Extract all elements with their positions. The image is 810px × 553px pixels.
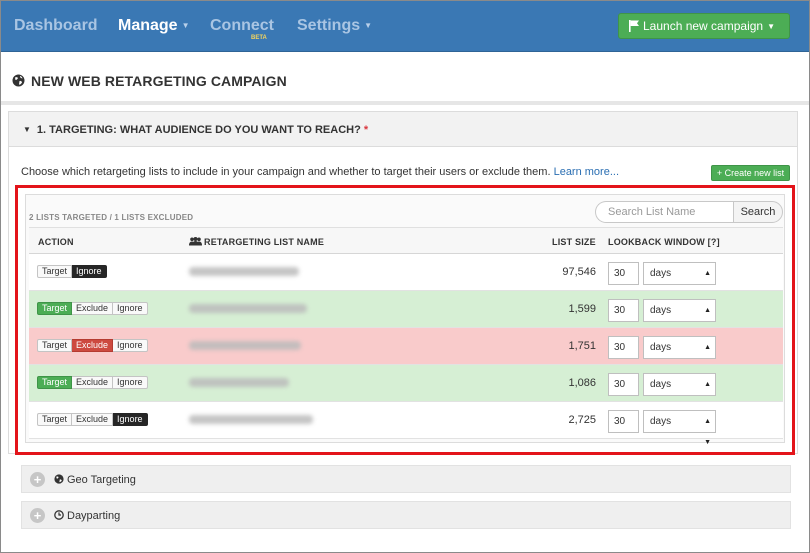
targeting-title-text: 1. TARGETING: WHAT AUDIENCE DO YOU WANT … <box>36 124 361 136</box>
exclude-option[interactable]: Exclude <box>72 413 114 426</box>
dayparting-section[interactable]: + Dayparting <box>21 501 791 529</box>
target-option[interactable]: Target <box>37 413 73 426</box>
intro-text: Choose which retargeting lists to includ… <box>21 166 551 178</box>
lookback-unit-select[interactable]: days▲▼ <box>643 299 716 335</box>
unit-value: days <box>650 268 672 279</box>
targeting-section-header[interactable]: ▼ 1. TARGETING: WHAT AUDIENCE DO YOU WANT… <box>9 112 797 147</box>
lookback-unit-select[interactable]: days▲▼ <box>643 262 716 298</box>
unit-value: days <box>650 342 672 353</box>
globe-icon <box>54 474 64 484</box>
list-name-redacted[interactable] <box>189 378 289 387</box>
target-option[interactable]: Target <box>37 376 73 389</box>
unit-value: days <box>650 416 672 427</box>
page-title: NEW WEB RETARGETING CAMPAIGN <box>12 73 287 89</box>
list-name-redacted[interactable] <box>189 415 313 424</box>
table-header: ACTION RETARGETING LIST NAME LIST SIZE L… <box>29 227 783 254</box>
list-size: 1,599 <box>568 303 596 315</box>
targeting-section-title: ▼ 1. TARGETING: WHAT AUDIENCE DO YOU WANT… <box>23 124 368 136</box>
table-row: TargetIgnore 97,546 30 days▲▼ <box>29 254 783 298</box>
chevron-down-icon: ▼ <box>767 22 776 31</box>
search-list-input[interactable]: Search List Name <box>595 201 737 223</box>
list-size: 2,725 <box>568 414 596 426</box>
nav-settings-label: Settings <box>297 17 361 34</box>
ignore-option[interactable]: Ignore <box>113 302 148 315</box>
exclude-option[interactable]: Exclude <box>72 302 114 315</box>
nav-dashboard[interactable]: Dashboard <box>14 17 98 35</box>
list-name-header-label: RETARGETING LIST NAME <box>204 237 325 247</box>
lookback-unit-select[interactable]: days ▲▼ <box>643 410 716 446</box>
launch-campaign-button[interactable]: Launch new campaign ▼ <box>618 13 790 39</box>
table-row: TargetExcludeIgnore 1,086 30 days▲▼ <box>29 365 783 409</box>
users-icon <box>189 237 202 246</box>
select-arrows-icon: ▲▼ <box>704 418 711 446</box>
target-option[interactable]: Target <box>37 265 73 278</box>
exclude-option[interactable]: Exclude <box>72 339 114 352</box>
learn-more-link[interactable]: Learn more... <box>554 166 619 178</box>
lookback-days-input[interactable]: 30 <box>608 373 639 396</box>
column-list-size[interactable]: LIST SIZE <box>552 237 596 247</box>
action-toggle: Target Exclude Ignore <box>37 339 148 352</box>
action-toggle: Target Ignore <box>37 265 107 278</box>
create-new-list-button[interactable]: + Create new list <box>711 165 790 181</box>
nav-settings[interactable]: Settings ▼ <box>297 17 372 35</box>
chevron-down-icon: ▼ <box>364 21 373 30</box>
dayparting-label: Dayparting <box>54 510 120 522</box>
action-toggle: Target Exclude Ignore <box>37 376 148 389</box>
ignore-option[interactable]: Ignore <box>113 339 148 352</box>
list-name-redacted[interactable] <box>189 341 301 350</box>
nav-manage[interactable]: Manage ▼ <box>118 17 190 35</box>
target-option[interactable]: Target <box>37 339 73 352</box>
clock-icon <box>54 510 64 520</box>
launch-campaign-label: Launch new campaign <box>643 19 764 33</box>
lookback-days-input[interactable]: 30 <box>608 336 639 359</box>
list-name-redacted[interactable] <box>189 304 307 313</box>
expand-plus-icon: + <box>30 472 45 487</box>
list-size: 1,751 <box>568 340 596 352</box>
ignore-option[interactable]: Ignore <box>72 265 107 278</box>
triangle-down-icon: ▼ <box>23 125 31 134</box>
table-row: Target Exclude Ignore 2,725 30 days ▲ ▼ <box>29 402 783 446</box>
lookback-days-input[interactable]: 30 <box>608 410 639 433</box>
column-list-name[interactable]: RETARGETING LIST NAME <box>189 237 324 247</box>
lookback-unit-select[interactable]: days▲▼ <box>643 336 716 372</box>
column-lookback-window: LOOKBACK WINDOW [?] <box>608 237 720 247</box>
action-toggle: Target Exclude Ignore <box>37 302 148 315</box>
table-row: TargetExcludeIgnore 1,751 30 days▲▼ <box>29 328 783 372</box>
table-row: TargetExcludeIgnore 1,599 30 days▲▼ <box>29 291 783 335</box>
action-toggle: Target Exclude Ignore <box>37 413 148 426</box>
dayparting-text: Dayparting <box>67 510 121 522</box>
column-action: ACTION <box>38 237 74 247</box>
required-mark: * <box>363 124 369 136</box>
list-size: 1,086 <box>568 377 596 389</box>
lists-summary: 2 LISTS TARGETED / 1 LISTS EXCLUDED <box>29 213 194 222</box>
page-title-text: NEW WEB RETARGETING CAMPAIGN <box>31 73 287 89</box>
targeting-intro: Choose which retargeting lists to includ… <box>21 166 619 178</box>
geo-targeting-label: Geo Targeting <box>54 474 136 486</box>
search-button[interactable]: Search <box>733 201 783 223</box>
unit-value: days <box>650 305 672 316</box>
geo-targeting-text: Geo Targeting <box>67 474 136 486</box>
lookback-unit-select[interactable]: days▲▼ <box>643 373 716 409</box>
exclude-option[interactable]: Exclude <box>72 376 114 389</box>
target-option[interactable]: Target <box>37 302 73 315</box>
globe-icon <box>12 74 25 87</box>
chevron-down-icon: ▼ <box>181 21 190 30</box>
ignore-option[interactable]: Ignore <box>113 413 148 426</box>
lookback-days-input[interactable]: 30 <box>608 299 639 322</box>
nav-manage-label: Manage <box>118 17 178 34</box>
ignore-option[interactable]: Ignore <box>113 376 148 389</box>
nav-connect[interactable]: Connect <box>210 17 274 35</box>
expand-plus-icon: + <box>30 508 45 523</box>
list-name-redacted[interactable] <box>189 267 299 276</box>
divider <box>1 101 809 105</box>
beta-badge: BETA <box>251 35 267 41</box>
lookback-days-input[interactable]: 30 <box>608 262 639 285</box>
list-size: 97,546 <box>562 266 596 278</box>
unit-value: days <box>650 379 672 390</box>
geo-targeting-section[interactable]: + Geo Targeting <box>21 465 791 493</box>
flag-icon <box>629 20 639 32</box>
top-nav-bar: Dashboard Manage ▼ Connect BETA Settings ▼… <box>1 1 809 52</box>
